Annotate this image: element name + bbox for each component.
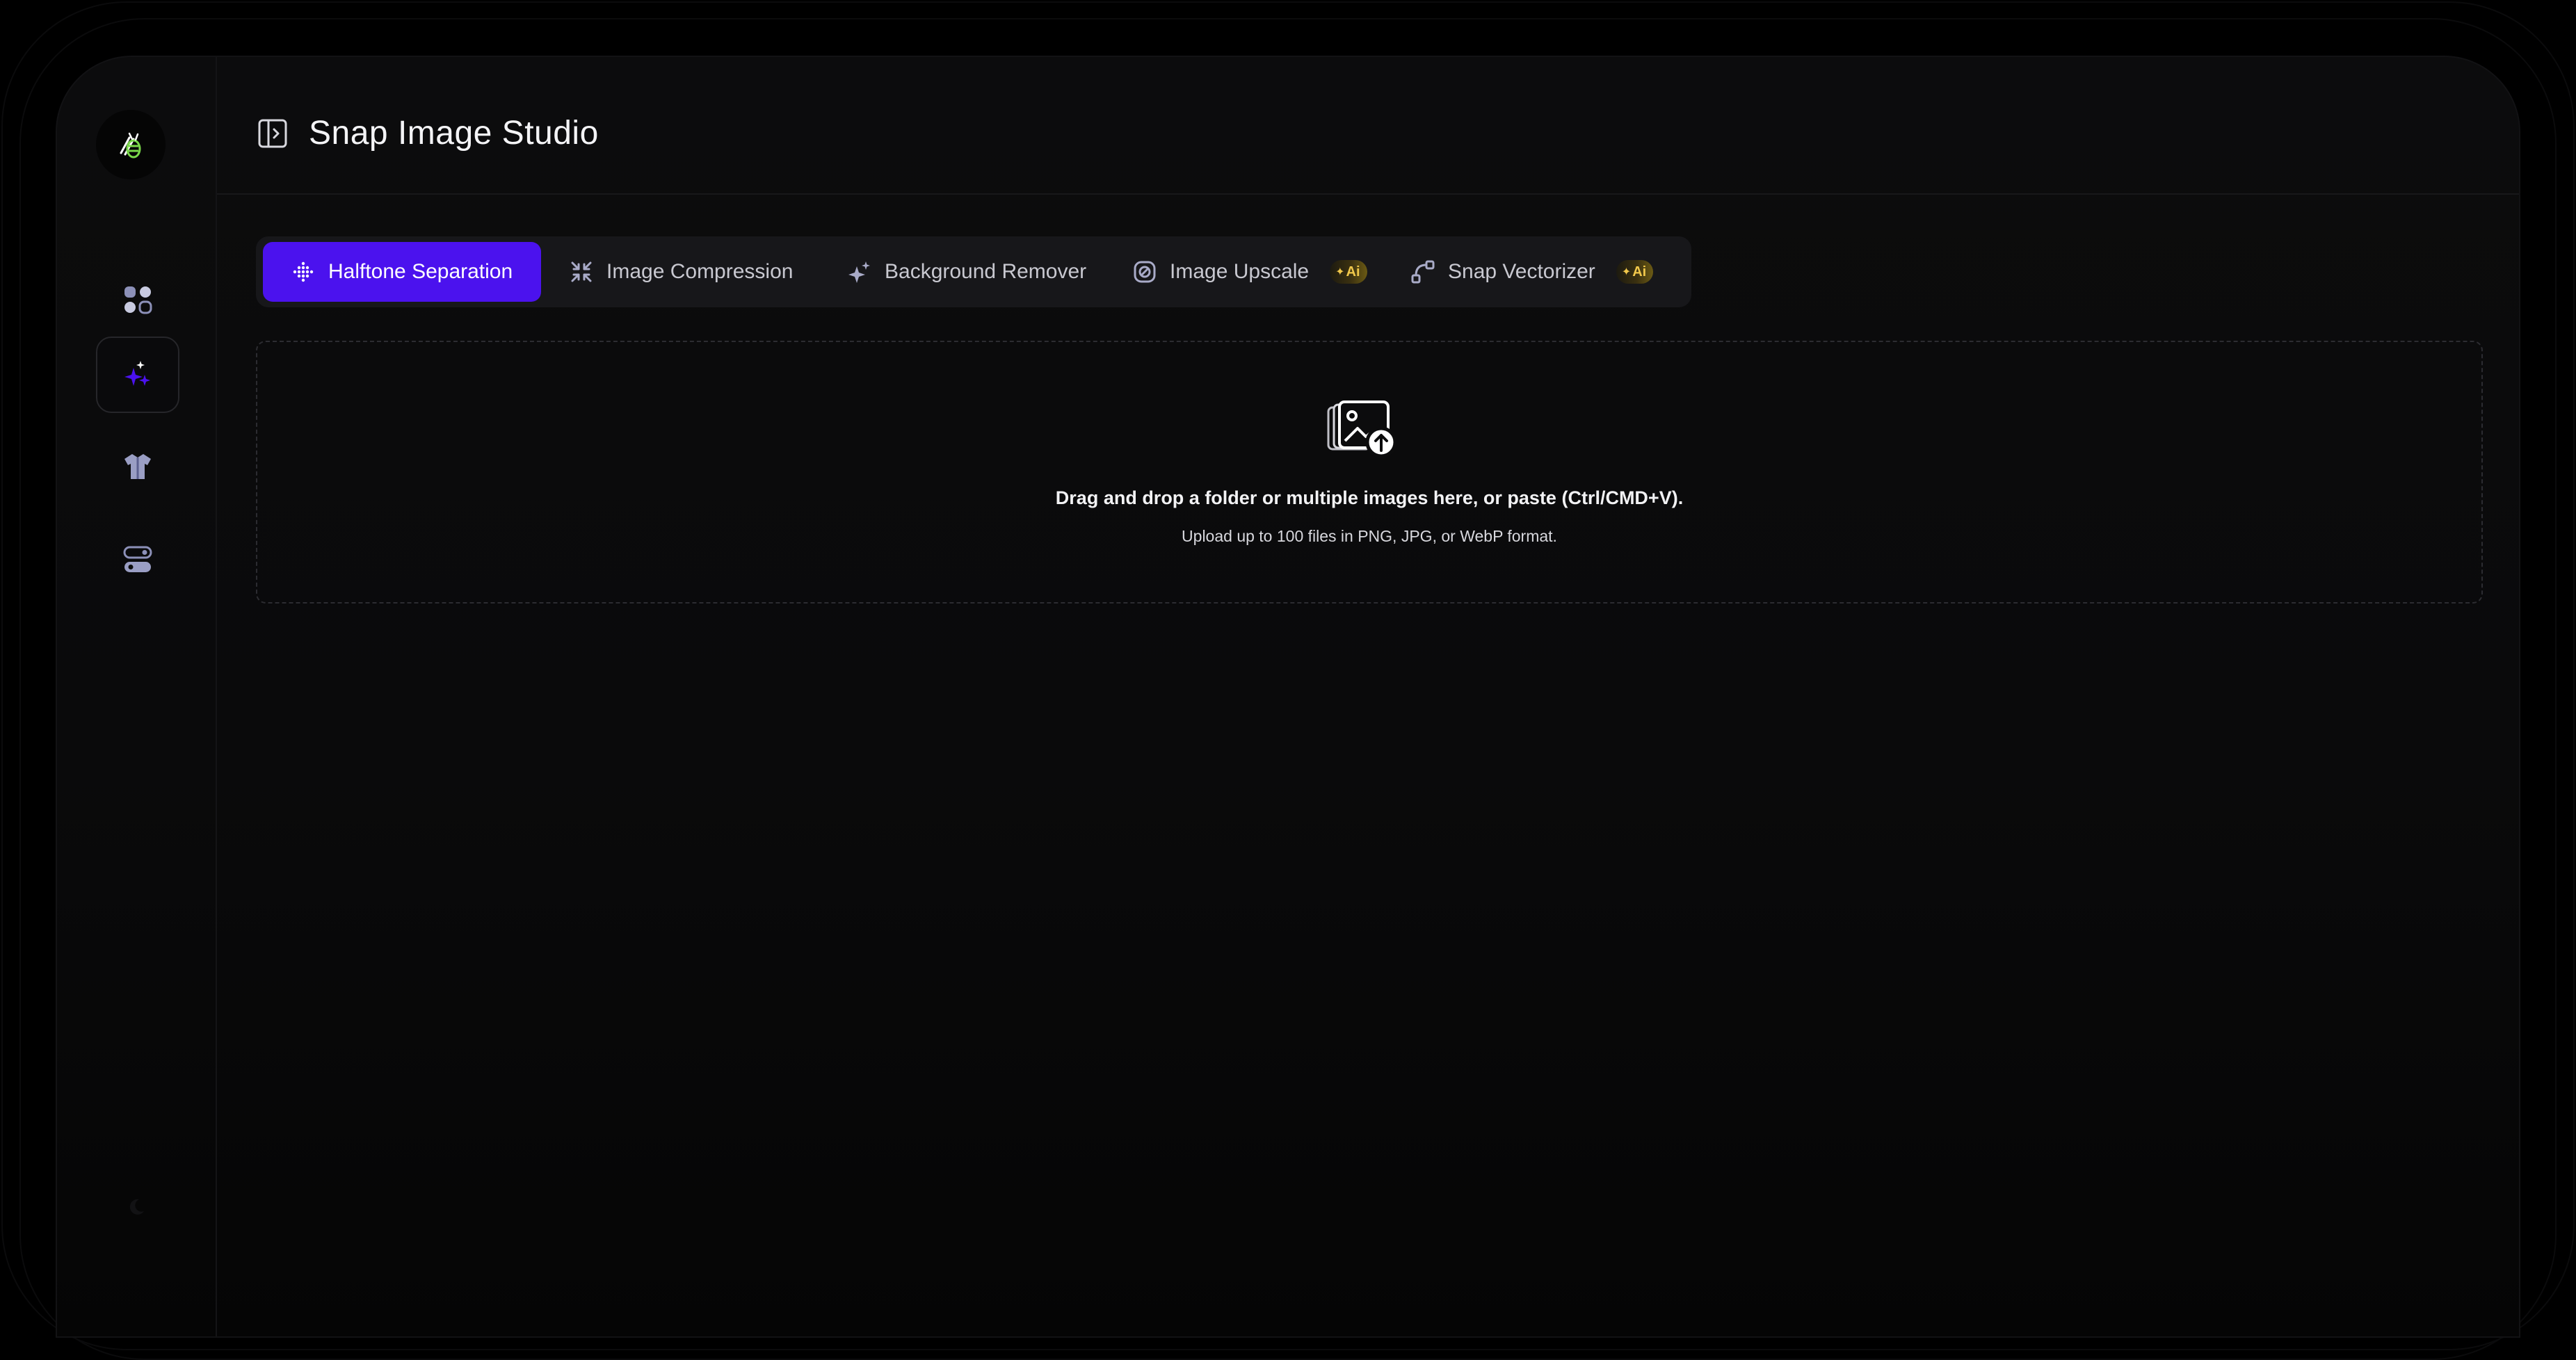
moon-icon[interactable] — [127, 1197, 146, 1217]
ai-badge-label: Ai — [1346, 264, 1360, 280]
ai-badge-label: Ai — [1632, 264, 1647, 280]
tab-label: Snap Vectorizer — [1448, 260, 1595, 283]
tab-snap-vectorizer[interactable]: Snap Vectorizer ✦ Ai — [1403, 242, 1682, 302]
sidebar-item-ai-tools[interactable] — [96, 337, 179, 413]
sparkle-icon — [847, 259, 872, 284]
toggles-icon — [123, 546, 152, 572]
sparkles-icon — [124, 361, 150, 386]
ai-spark-icon: ✦ — [1621, 266, 1632, 278]
tab-label: Background Remover — [885, 260, 1087, 283]
tshirt-icon — [124, 454, 151, 479]
halftone-dots-icon — [291, 259, 316, 284]
apps-grid-icon — [124, 286, 152, 314]
sidebar-item-settings[interactable] — [96, 521, 179, 598]
sidebar-item-apparel[interactable] — [96, 428, 179, 505]
tab-image-upscale[interactable]: Image Upscale ✦ Ai — [1125, 242, 1390, 302]
ai-spark-icon: ✦ — [1335, 266, 1345, 278]
tab-background-remover[interactable]: Background Remover — [840, 242, 1104, 302]
ai-badge: ✦ Ai — [1330, 260, 1367, 284]
compress-arrows-icon — [569, 259, 594, 284]
tab-label: Image Upscale — [1170, 260, 1310, 283]
ai-badge: ✦ Ai — [1616, 260, 1654, 284]
header: Snap Image Studio — [217, 57, 2519, 195]
tab-halftone-separation[interactable]: Halftone Separation — [263, 242, 541, 302]
sidebar — [57, 57, 217, 1336]
tab-label: Image Compression — [606, 260, 794, 283]
upscale-icon — [1132, 259, 1157, 284]
tab-image-compression[interactable]: Image Compression — [562, 242, 819, 302]
dropzone-secondary-text: Upload up to 100 files in PNG, JPG, or W… — [1182, 527, 1557, 545]
bee-logo-icon[interactable] — [96, 110, 166, 179]
tool-tabs: Halftone Separation Image Compression Ba… — [256, 236, 1691, 307]
tab-label: Halftone Separation — [328, 260, 513, 283]
app-window: Snap Image Studio Halftone Separation Im… — [56, 56, 2520, 1338]
vector-path-icon — [1410, 259, 1435, 284]
sidebar-item-dashboard[interactable] — [96, 261, 179, 338]
image-upload-icon — [1327, 400, 1397, 458]
dropzone-primary-text: Drag and drop a folder or multiple image… — [1055, 487, 1684, 508]
sidebar-toggle-icon[interactable] — [257, 118, 288, 149]
image-dropzone[interactable]: Drag and drop a folder or multiple image… — [256, 341, 2483, 604]
page-title: Snap Image Studio — [309, 115, 599, 152]
